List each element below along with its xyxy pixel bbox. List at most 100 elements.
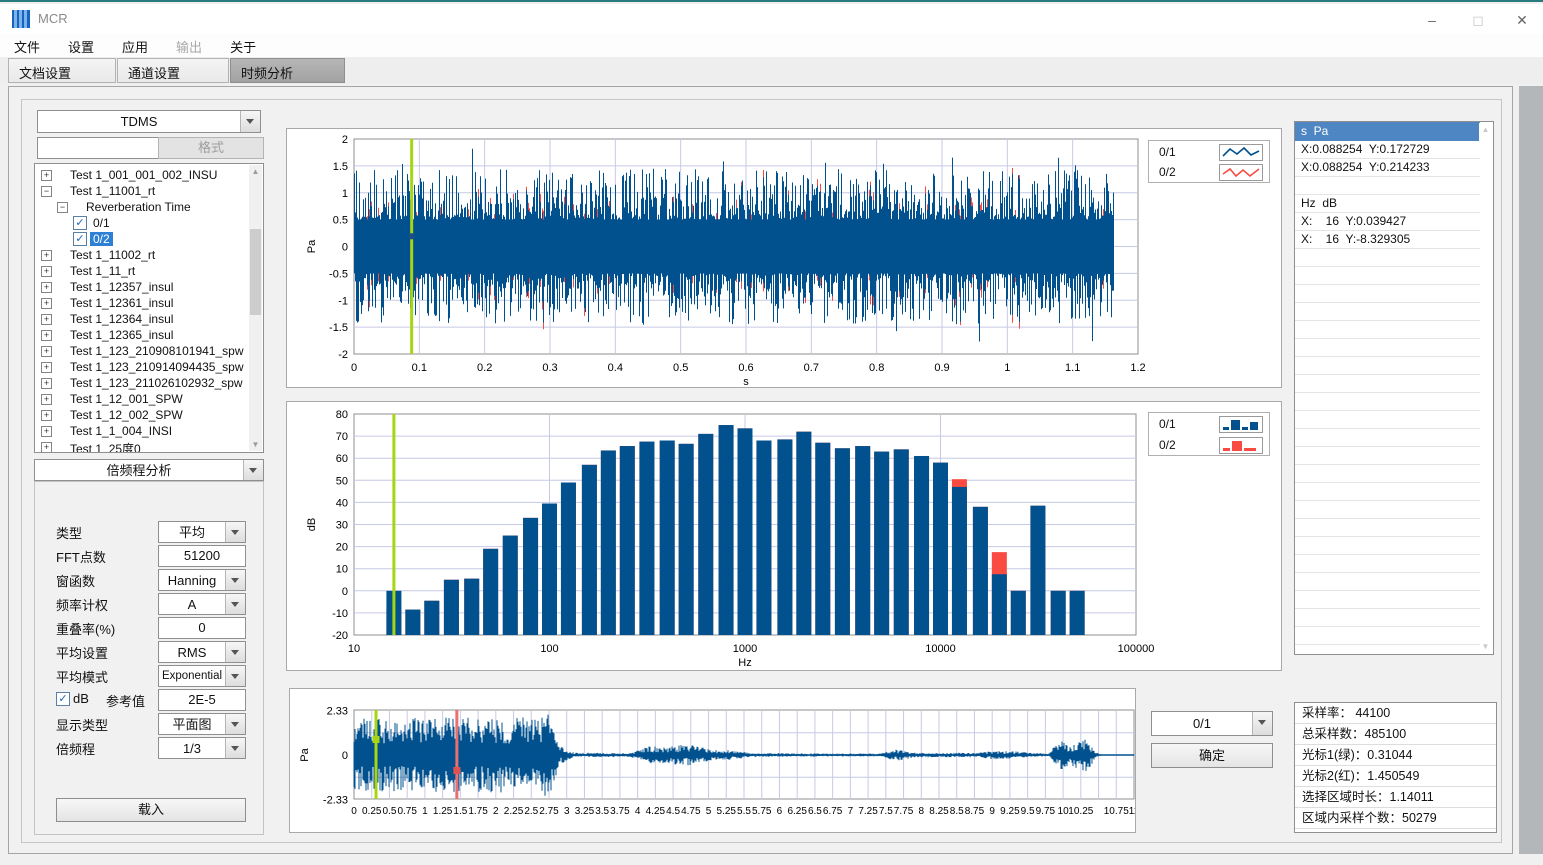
cursor-list-row[interactable]: X:0.088254 Y:0.172729 — [1295, 141, 1480, 159]
expand-icon[interactable]: + — [41, 362, 52, 373]
tree-item[interactable]: −Test 1_11001_rt — [35, 183, 250, 199]
frequency-weighting-select[interactable]: A — [158, 593, 246, 615]
tree-item[interactable]: +Test 1_123_210914094435_spw — [35, 359, 250, 375]
expand-icon[interactable]: + — [41, 330, 52, 341]
close-button[interactable]: ✕ — [1507, 8, 1537, 32]
format-button[interactable]: 格式 — [158, 137, 264, 159]
tree-item[interactable]: −Reverberation Time — [35, 199, 250, 215]
cursor-list-row[interactable] — [1295, 375, 1480, 393]
analysis-type-select[interactable]: 倍频程分析 — [34, 459, 264, 481]
cursor-list-row[interactable] — [1295, 429, 1480, 447]
octave-spectrum-plot[interactable]: 80706050403020100-10-2010100100010000100… — [287, 402, 1281, 670]
tab-time-frequency-analysis[interactable]: 时频分析 — [230, 58, 345, 83]
expand-icon[interactable]: + — [41, 170, 52, 181]
db-checkbox[interactable]: ✓ — [56, 692, 70, 706]
tree-item[interactable]: ✓0/2 — [35, 231, 250, 247]
scroll-up-icon[interactable]: ▲ — [249, 165, 262, 178]
cursor-list-row[interactable] — [1295, 555, 1480, 573]
tree-item[interactable]: +Test 1_12364_insul — [35, 311, 250, 327]
tree-item[interactable]: +Test 1_12357_insul — [35, 279, 250, 295]
channel-checkbox[interactable]: ✓ — [73, 232, 87, 246]
confirm-button[interactable]: 确定 — [1151, 743, 1273, 768]
overlap-percent-input[interactable]: 0 — [158, 617, 246, 639]
expand-icon[interactable]: + — [41, 298, 52, 309]
cursor-list-row[interactable] — [1295, 537, 1480, 555]
minimize-button[interactable]: – — [1417, 8, 1447, 32]
list-scrollbar[interactable]: ▲ ▼ — [1479, 123, 1492, 653]
expand-icon[interactable]: + — [41, 282, 52, 293]
chart-overview-waveform[interactable]: 2.330-2.33Pa00.250.50.7511.251.51.7522.2… — [289, 688, 1136, 833]
expand-icon[interactable]: + — [41, 266, 52, 277]
scroll-down-icon[interactable]: ▼ — [249, 438, 262, 451]
cursor-list-row[interactable] — [1295, 267, 1480, 285]
tree-item[interactable]: +Test 1_11_rt — [35, 263, 250, 279]
search-input[interactable] — [37, 137, 159, 159]
tree-item[interactable]: +Test 1_1_004_INSI — [35, 423, 250, 439]
cursor-list-row[interactable] — [1295, 321, 1480, 339]
channel-checkbox[interactable]: ✓ — [73, 216, 87, 230]
cursor-list-row[interactable] — [1295, 177, 1480, 195]
cursor-list-row[interactable] — [1295, 627, 1480, 645]
tree-item[interactable]: +Test 1_12_001_SPW — [35, 391, 250, 407]
overview-channel-select[interactable]: 0/1 — [1151, 711, 1273, 736]
tree-item[interactable]: ✓0/1 — [35, 215, 250, 231]
type-select[interactable]: 平均 — [158, 521, 246, 543]
cursor-list-row[interactable] — [1295, 357, 1480, 375]
cursor-list-row[interactable]: Hz dB — [1295, 195, 1480, 213]
cursor-list-row[interactable] — [1295, 447, 1480, 465]
cursor-list-row[interactable] — [1295, 465, 1480, 483]
cursor-list-row[interactable] — [1295, 483, 1480, 501]
file-format-select[interactable]: TDMS — [37, 110, 261, 133]
maximize-button[interactable]: ◻ — [1463, 8, 1493, 32]
tree-scrollbar[interactable]: ▲ ▼ — [249, 165, 262, 451]
expand-icon[interactable]: + — [41, 410, 52, 421]
time-waveform-plot[interactable]: 21.510.50-0.5-1-1.5-200.10.20.30.40.50.6… — [287, 129, 1281, 387]
cursor-list-row[interactable]: X: 16 Y:0.039427 — [1295, 213, 1480, 231]
scroll-up-icon[interactable]: ▲ — [1479, 123, 1492, 136]
chart-octave-spectrum[interactable]: 80706050403020100-10-2010100100010000100… — [286, 401, 1282, 671]
tree-item[interactable]: +Test 1_12361_insul — [35, 295, 250, 311]
cursor-list-row[interactable] — [1295, 573, 1480, 591]
cursor-list-row[interactable]: X:0.088254 Y:0.214233 — [1295, 159, 1480, 177]
cursor-list-row[interactable] — [1295, 411, 1480, 429]
tree-item[interactable]: +Test 1_123_211026102932_spw — [35, 375, 250, 391]
cursor-list-row[interactable] — [1295, 249, 1480, 267]
cursor-list-row[interactable]: X: 16 Y:-8.329305 — [1295, 231, 1480, 249]
window-function-select[interactable]: Hanning — [158, 569, 246, 591]
average-setting-select[interactable]: RMS — [158, 641, 246, 663]
expand-icon[interactable]: + — [41, 314, 52, 325]
expand-icon[interactable]: + — [41, 442, 52, 453]
tab-channel-settings[interactable]: 通道设置 — [117, 58, 229, 83]
expand-icon[interactable]: + — [41, 346, 52, 357]
tree-item[interactable]: +Test 1_11002_rt — [35, 247, 250, 263]
cursor-list-row[interactable] — [1295, 591, 1480, 609]
collapse-icon[interactable]: − — [41, 186, 52, 197]
cursor-list-row[interactable] — [1295, 285, 1480, 303]
chart-time-waveform[interactable]: 21.510.50-0.5-1-1.5-200.10.20.30.40.50.6… — [286, 128, 1282, 388]
fft-points-input[interactable]: 51200 — [158, 545, 246, 567]
reference-value-input[interactable]: 2E-5 — [158, 689, 246, 711]
cursor-list-row[interactable] — [1295, 609, 1480, 627]
overview-waveform-plot[interactable]: 2.330-2.33Pa00.250.50.7511.251.51.7522.2… — [290, 689, 1135, 832]
expand-icon[interactable]: + — [41, 394, 52, 405]
cursor-list-row[interactable] — [1295, 339, 1480, 357]
cursor-list-row[interactable] — [1295, 303, 1480, 321]
tree-item[interactable]: +Test 1_12_002_SPW — [35, 407, 250, 423]
cursor-list-row[interactable] — [1295, 501, 1480, 519]
display-type-select[interactable]: 平面图 — [158, 713, 246, 735]
tree-item[interactable]: +Test 1_001_001_002_INSU — [35, 167, 250, 183]
cursor-list-row[interactable] — [1295, 393, 1480, 411]
tree-item[interactable]: +Test 1_123_210908101941_spw — [35, 343, 250, 359]
expand-icon[interactable]: + — [41, 250, 52, 261]
tab-document-settings[interactable]: 文档设置 — [8, 58, 116, 83]
tree-item[interactable]: +Test 1_25度0 — [35, 439, 250, 453]
load-button[interactable]: 载入 — [56, 798, 246, 822]
tree-scroll-thumb[interactable] — [250, 229, 261, 315]
scroll-down-icon[interactable]: ▼ — [1479, 640, 1492, 653]
tree-item[interactable]: +Test 1_12365_insul — [35, 327, 250, 343]
cursor-list-row[interactable] — [1295, 519, 1480, 537]
expand-icon[interactable]: + — [41, 378, 52, 389]
average-mode-select[interactable]: Exponential — [158, 665, 246, 687]
expand-icon[interactable]: + — [41, 426, 52, 437]
octave-fraction-select[interactable]: 1/3 — [158, 737, 246, 759]
